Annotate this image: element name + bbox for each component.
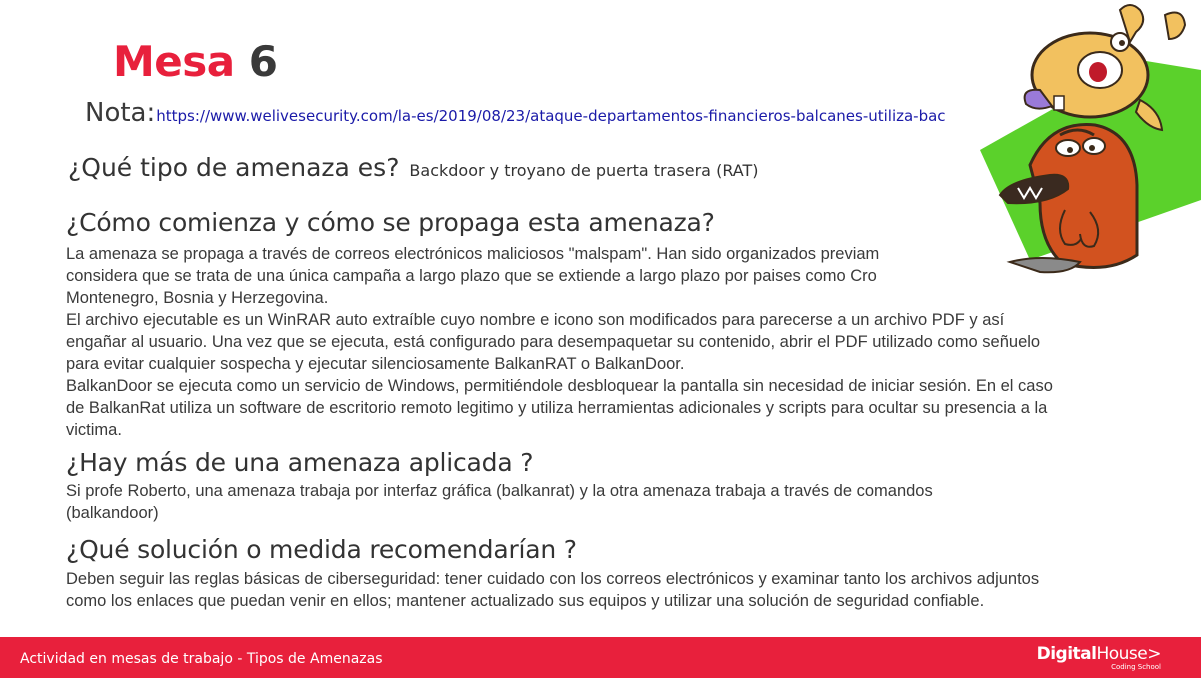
- answer-line: La amenaza se propaga a través de correo…: [66, 245, 880, 263]
- answer-line: considera que se trata de una única camp…: [66, 267, 877, 285]
- answer-line: para evitar cualquier sospecha y ejecuta…: [66, 355, 685, 373]
- answer-line: victima.: [66, 421, 122, 439]
- answer-line: Si profe Roberto, una amenaza trabaja po…: [66, 482, 933, 500]
- question-4-answer: Deben seguir las reglas básicas de ciber…: [66, 568, 1039, 612]
- question-2-heading: ¿Cómo comienza y cómo se propaga esta am…: [66, 208, 715, 237]
- answer-line: Montenegro, Bosnia y Herzegovina.: [66, 289, 329, 307]
- answer-line: El archivo ejecutable es un WinRAR auto …: [66, 311, 1005, 329]
- question-2-answer: La amenaza se propaga a través de correo…: [66, 243, 1053, 441]
- question-3-answer: Si profe Roberto, una amenaza trabaja po…: [66, 480, 933, 524]
- answer-line: (balkandoor): [66, 504, 159, 522]
- question-4-heading: ¿Qué solución o medida recomendarían ?: [66, 535, 577, 564]
- answer-line: Deben seguir las reglas básicas de ciber…: [66, 570, 1040, 588]
- slide: Mesa 6 Nota:https://www.welivesecurity.c…: [0, 0, 1201, 678]
- logo-wordmark: DigitalHouse>: [1036, 644, 1162, 664]
- question-1-heading: ¿Qué tipo de amenaza es?: [68, 153, 400, 182]
- answer-line: BalkanDoor se ejecuta como un servicio d…: [66, 377, 1053, 395]
- question-3-heading: ¿Hay más de una amenaza aplicada ?: [66, 448, 534, 477]
- question-1: ¿Qué tipo de amenaza es? Backdoor y troy…: [68, 153, 759, 182]
- question-1-answer: Backdoor y troyano de puerta trasera (RA…: [409, 161, 759, 180]
- digital-house-logo: DigitalHouse> Coding School: [1036, 644, 1162, 672]
- logo-bold: Digital: [1036, 644, 1097, 664]
- title-number: 6: [248, 37, 278, 86]
- nota-label: Nota:: [85, 98, 156, 128]
- slide-title: Mesa 6: [113, 36, 278, 88]
- answer-line: engañar al usuario. Una vez que se ejecu…: [66, 333, 1041, 351]
- footer-bar: Actividad en mesas de trabajo - Tipos de…: [0, 637, 1201, 678]
- answer-line: de BalkanRat utiliza un software de escr…: [66, 399, 1048, 417]
- logo-thin: House>: [1096, 644, 1161, 664]
- logo-subtitle: Coding School: [1111, 663, 1161, 671]
- nota-link[interactable]: https://www.welivesecurity.com/la-es/201…: [156, 107, 945, 125]
- answer-line: como los enlaces que puedan venir en ell…: [66, 592, 985, 610]
- footer-text: Actividad en mesas de trabajo - Tipos de…: [20, 651, 383, 667]
- beavers-illustration: [970, 0, 1201, 290]
- nota-line: Nota:https://www.welivesecurity.com/la-e…: [85, 98, 946, 128]
- title-word: Mesa: [113, 37, 235, 86]
